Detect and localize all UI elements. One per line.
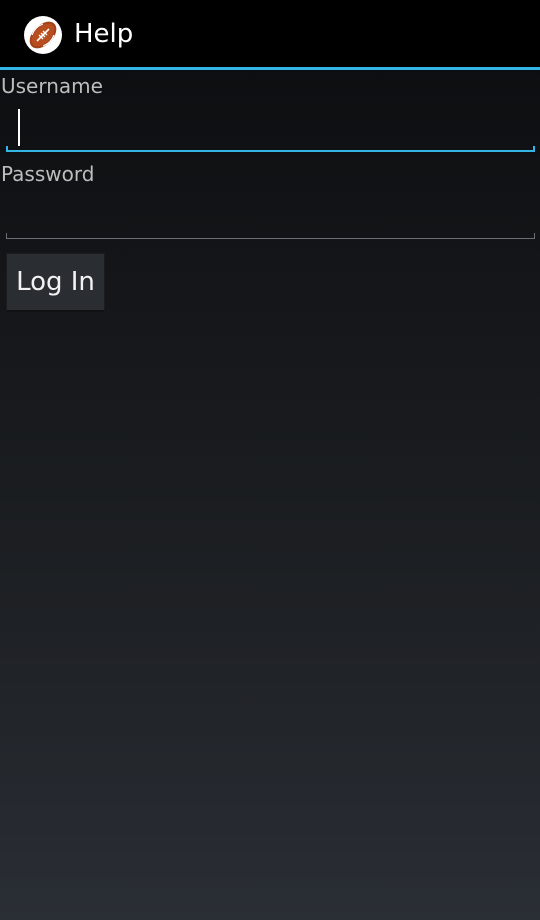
text-cursor xyxy=(18,109,20,146)
action-bar-title: Help xyxy=(74,19,134,49)
password-label: Password xyxy=(1,162,95,186)
password-field-left-tick xyxy=(6,233,7,239)
username-field[interactable] xyxy=(6,104,535,152)
password-field-underline xyxy=(6,238,535,239)
football-icon[interactable] xyxy=(23,15,63,55)
username-field-right-tick xyxy=(533,146,535,152)
password-field[interactable] xyxy=(6,192,535,240)
action-bar: Help xyxy=(0,0,540,70)
username-label: Username xyxy=(1,74,103,98)
login-button[interactable]: Log In xyxy=(6,253,105,312)
password-field-right-tick xyxy=(534,233,535,239)
username-field-underline xyxy=(6,150,535,152)
username-field-left-tick xyxy=(6,146,8,152)
